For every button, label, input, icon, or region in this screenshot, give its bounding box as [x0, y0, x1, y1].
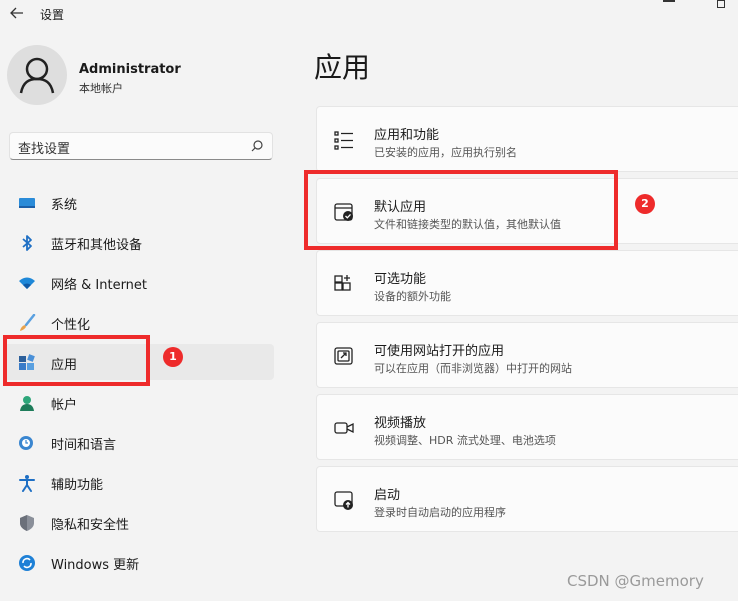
sidebar-item-windows-update[interactable]: Windows 更新 — [4, 544, 274, 580]
watermark: CSDN @Gmemory — [567, 572, 704, 590]
card-subtitle: 视频调整、HDR 流式处理、电池选项 — [374, 434, 556, 447]
open-external-icon — [334, 347, 353, 365]
card-startup[interactable]: 启动 登录时自动启动的应用程序 — [316, 466, 738, 532]
sidebar-item-privacy[interactable]: 隐私和安全性 — [4, 504, 274, 540]
brush-icon — [20, 314, 36, 331]
sidebar-item-label: Windows 更新 — [51, 558, 140, 573]
accessibility-icon — [19, 475, 35, 492]
startup-icon — [334, 491, 353, 510]
card-title: 可选功能 — [374, 272, 427, 287]
annotation-badge-2: 2 — [635, 194, 655, 214]
search-icon[interactable] — [250, 139, 264, 153]
shield-icon — [20, 515, 34, 531]
card-video-playback[interactable]: 视频播放 视频调整、HDR 流式处理、电池选项 — [316, 394, 738, 460]
minimize-button[interactable] — [663, 0, 675, 2]
window-title: 设置 — [40, 8, 65, 22]
card-subtitle: 已安装的应用，应用执行别名 — [374, 146, 517, 159]
card-apps-for-websites[interactable]: 可使用网站打开的应用 可以在应用（而非浏览器）中打开的网站 — [316, 322, 738, 388]
maximize-button[interactable] — [717, 0, 725, 8]
card-title: 启动 — [374, 488, 401, 503]
sidebar-item-label: 时间和语言 — [51, 438, 117, 453]
sidebar-item-label: 隐私和安全性 — [51, 518, 130, 533]
page-title: 应用 — [314, 51, 371, 84]
list-icon — [334, 131, 353, 150]
sidebar-item-label: 系统 — [51, 198, 78, 213]
monitor-icon — [19, 198, 35, 208]
add-grid-icon — [334, 275, 351, 291]
person-icon — [20, 396, 34, 411]
sidebar-item-bluetooth[interactable]: 蓝牙和其他设备 — [4, 224, 274, 260]
avatar[interactable] — [7, 45, 67, 105]
sidebar-item-network[interactable]: 网络 & Internet — [4, 264, 274, 300]
bluetooth-icon — [22, 235, 32, 251]
sidebar-item-time-language[interactable]: 时间和语言 — [4, 424, 274, 460]
sidebar-item-label: 帐户 — [51, 398, 78, 413]
update-icon — [19, 555, 35, 571]
sidebar-item-system[interactable]: 系统 — [4, 184, 274, 220]
card-subtitle: 设备的额外功能 — [374, 290, 451, 303]
sidebar-item-accessibility[interactable]: 辅助功能 — [4, 464, 274, 500]
card-title: 视频播放 — [374, 416, 427, 431]
user-name: Administrator — [79, 62, 181, 77]
annotation-box-default-apps — [304, 170, 618, 250]
annotation-box-apps — [3, 335, 150, 386]
card-subtitle: 可以在应用（而非浏览器）中打开的网站 — [374, 362, 572, 375]
card-apps-features[interactable]: 应用和功能 已安装的应用，应用执行别名 — [316, 106, 738, 172]
sidebar-item-label: 蓝牙和其他设备 — [51, 238, 143, 253]
back-arrow-icon[interactable] — [8, 4, 26, 22]
sidebar-item-label: 辅助功能 — [51, 478, 104, 493]
card-subtitle: 登录时自动启动的应用程序 — [374, 506, 506, 519]
clock-globe-icon — [19, 436, 33, 450]
account-type: 本地帐户 — [79, 82, 123, 95]
search-placeholder: 查找设置 — [18, 142, 71, 157]
card-title: 可使用网站打开的应用 — [374, 344, 505, 359]
sidebar-item-accounts[interactable]: 帐户 — [4, 384, 274, 420]
video-icon — [334, 422, 354, 434]
sidebar-item-label: 网络 & Internet — [51, 278, 148, 293]
card-title: 应用和功能 — [374, 128, 440, 143]
wifi-icon — [19, 277, 35, 289]
sidebar-item-label: 个性化 — [51, 318, 91, 333]
person-icon — [19, 57, 55, 94]
annotation-badge-1: 1 — [163, 347, 183, 367]
card-optional-features[interactable]: 可选功能 设备的额外功能 — [316, 250, 738, 316]
